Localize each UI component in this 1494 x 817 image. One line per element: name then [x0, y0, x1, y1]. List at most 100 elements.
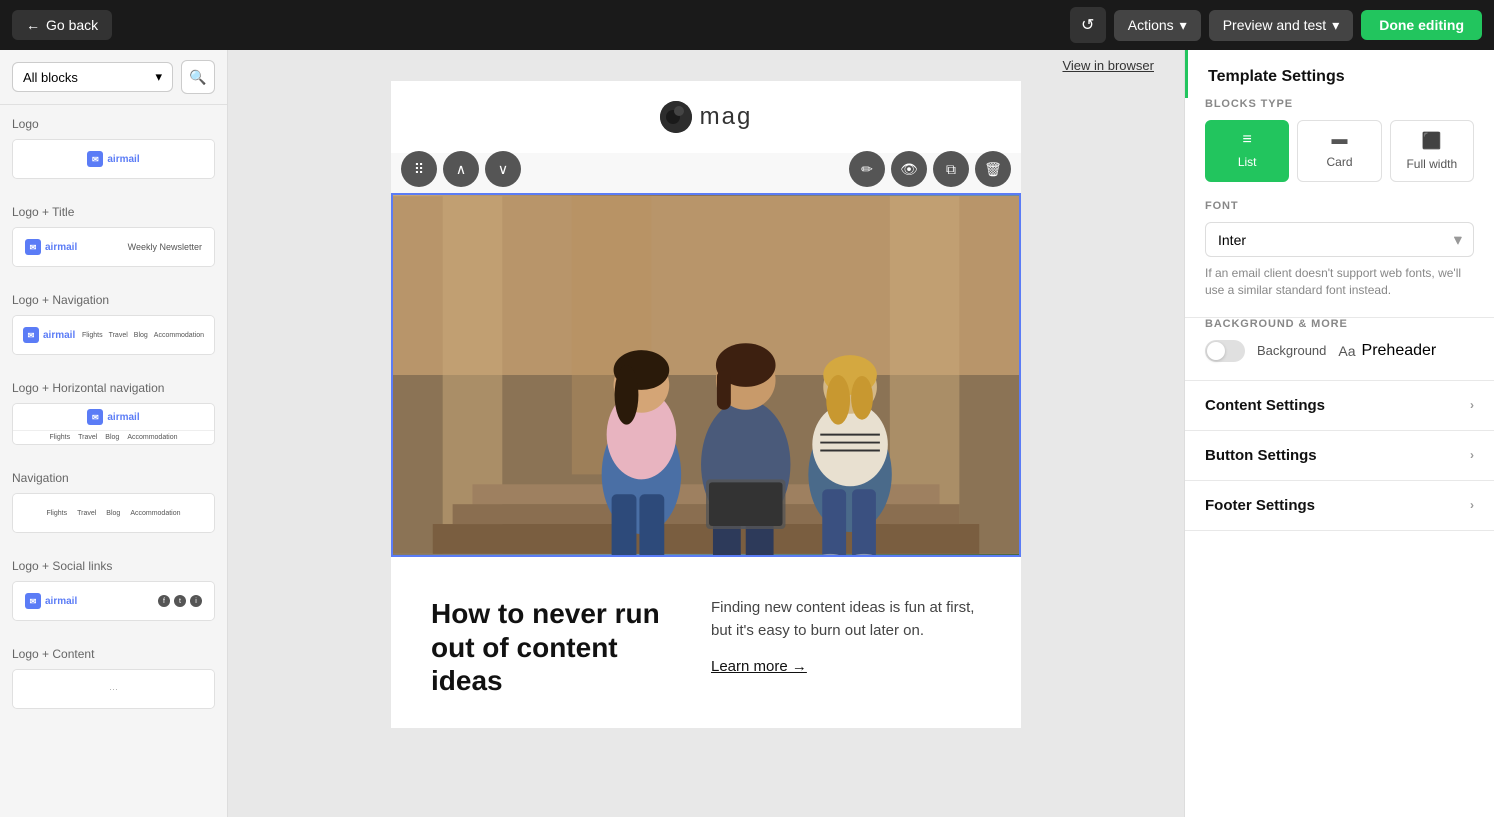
duplicate-icon: ⧉ [946, 161, 956, 178]
preview-block-button[interactable]: 👁 [891, 151, 927, 187]
button-settings-chevron-icon: › [1470, 448, 1474, 462]
content-settings-toggle[interactable]: Content Settings › [1205, 397, 1474, 414]
navbar-right: ↺ Actions ▾ Preview and test ▾ Done edit… [1070, 7, 1482, 43]
solo-nav-blog: Blog [106, 510, 120, 517]
blocks-filter-select[interactable]: All blocks ▾ [12, 62, 173, 92]
font-label: FONT [1205, 200, 1474, 212]
actions-chevron-icon: ▾ [1180, 17, 1187, 34]
search-button[interactable]: 🔍 [181, 60, 215, 94]
logo-content-block-preview[interactable]: ··· [12, 669, 215, 709]
instagram-icon: i [190, 595, 202, 607]
blocks-type-list-button[interactable]: ≡ List [1205, 120, 1289, 182]
edit-icon: ✏ [861, 161, 873, 178]
blocks-type-options: ≡ List ▬ Card ⬛ Full width [1205, 120, 1474, 182]
logo-block-preview[interactable]: ✉ airmail [12, 139, 215, 179]
email-hero-block: ⠿ ∧ ∨ ✏ 👁 [391, 193, 1021, 557]
hnav-logo: ✉ airmail [87, 409, 139, 425]
blocks-type-label: BLOCKS TYPE [1205, 98, 1474, 110]
preheader-aa-icon: Aa [1338, 343, 1355, 359]
email-logo-circle-icon [660, 101, 692, 133]
blocks-type-card-button[interactable]: ▬ Card [1297, 120, 1381, 182]
background-options: Background Aa Preheader [1205, 340, 1474, 362]
logo-nav-block-label: Logo + Navigation [12, 293, 215, 307]
hnav-link-blog: Blog [105, 434, 119, 441]
done-label: Done editing [1379, 17, 1464, 33]
logo-title-logo: ✉ airmail [25, 239, 77, 255]
logo-title-block-label: Logo + Title [12, 205, 215, 219]
sidebar-toolbar: All blocks ▾ 🔍 [0, 50, 227, 105]
preview-and-test-button[interactable]: Preview and test ▾ [1209, 10, 1354, 41]
content-headline: How to never run out of content ideas [431, 597, 681, 698]
footer-settings-label: Footer Settings [1205, 497, 1315, 514]
blocks-type-fullwidth-button[interactable]: ⬛ Full width [1390, 120, 1474, 182]
duplicate-block-button[interactable]: ⧉ [933, 151, 969, 187]
background-label: BACKGROUND & MORE [1205, 318, 1474, 330]
drag-handle-button[interactable]: ⠿ [401, 151, 437, 187]
sidebar-section-logo-hnav: Logo + Horizontal navigation ✉ airmail F… [0, 369, 227, 459]
move-down-button[interactable]: ∨ [485, 151, 521, 187]
hnav-link-flights: Flights [49, 434, 70, 441]
chevron-down-icon: ∨ [498, 161, 508, 178]
right-panel: Template Settings BLOCKS TYPE ≡ List ▬ C… [1184, 50, 1494, 817]
preheader-option[interactable]: Aa Preheader [1338, 342, 1436, 360]
sidebar-section-logo-social: Logo + Social links ✉ airmail f t i [0, 547, 227, 635]
hnav-top: ✉ airmail [13, 404, 214, 430]
font-select[interactable]: Inter ▾ [1205, 222, 1474, 257]
logo-nav-logo: ✉ airmail [23, 327, 75, 343]
logo-social-block-label: Logo + Social links [12, 559, 215, 573]
footer-settings-toggle[interactable]: Footer Settings › [1205, 497, 1474, 514]
move-up-button[interactable]: ∧ [443, 151, 479, 187]
actions-label: Actions [1128, 17, 1174, 33]
footer-settings-section: Footer Settings › [1185, 481, 1494, 531]
logo-social-block-preview[interactable]: ✉ airmail f t i [12, 581, 215, 621]
email-logo-text: mag [700, 103, 753, 131]
nav-links: Flights Travel Blog Accommodation [82, 332, 204, 339]
button-settings-label: Button Settings [1205, 447, 1317, 464]
email-canvas: mag ⠿ ∧ ∨ [391, 81, 1021, 728]
logo-hnav-preview-inner: ✉ airmail Flights Travel Blog Accommodat… [13, 404, 214, 444]
button-settings-toggle[interactable]: Button Settings › [1205, 447, 1474, 464]
font-chevron-icon: ▾ [1454, 231, 1461, 248]
logo-nav-block-preview[interactable]: ✉ airmail Flights Travel Blog Accommodat… [12, 315, 215, 355]
logo-social-preview-inner: ✉ airmail f t i [13, 582, 214, 620]
learn-more-button[interactable]: Learn more → [711, 658, 807, 675]
actions-button[interactable]: Actions ▾ [1114, 10, 1201, 41]
nav-link-flights: Flights [82, 332, 103, 339]
social-logo: ✉ airmail [25, 593, 77, 609]
delete-block-button[interactable]: 🗑 [975, 151, 1011, 187]
template-settings-title: Template Settings [1208, 68, 1474, 86]
canvas-area: View in browser mag [228, 50, 1184, 817]
twitter-icon: t [174, 595, 186, 607]
hero-svg [393, 195, 1019, 555]
edit-block-button[interactable]: ✏ [849, 151, 885, 187]
blocks-type-fullwidth-label: Full width [1406, 157, 1457, 171]
logo-nav-preview-inner: ✉ airmail Flights Travel Blog Accommodat… [13, 316, 214, 354]
history-button[interactable]: ↺ [1070, 7, 1106, 43]
nav-link-travel: Travel [109, 332, 128, 339]
logo-title-preview-inner: ✉ airmail Weekly Newsletter [13, 228, 214, 266]
content-left: How to never run out of content ideas [431, 597, 681, 698]
content-settings-section: Content Settings › [1185, 381, 1494, 431]
block-toolbar: ⠿ ∧ ∨ ✏ 👁 [393, 151, 1019, 187]
airmail-text: airmail [107, 154, 139, 165]
content-settings-label: Content Settings [1205, 397, 1325, 414]
history-icon: ↺ [1081, 15, 1094, 35]
nav-block-preview[interactable]: Flights Travel Blog Accommodation [12, 493, 215, 533]
blocks-filter-label: All blocks [23, 70, 78, 85]
left-sidebar: All blocks ▾ 🔍 Logo ✉ airmail Logo + Tit [0, 50, 228, 817]
preview-chevron-icon: ▾ [1332, 17, 1339, 34]
go-back-button[interactable]: ← Go back [12, 10, 112, 40]
airmail-logo: ✉ airmail [87, 151, 139, 167]
logo-hnav-block-preview[interactable]: ✉ airmail Flights Travel Blog Accommodat… [12, 403, 215, 445]
block-toolbar-right: ✏ 👁 ⧉ 🗑 [849, 151, 1011, 187]
view-in-browser-button[interactable]: View in browser [1062, 58, 1154, 73]
logo-title-block-preview[interactable]: ✉ airmail Weekly Newsletter [12, 227, 215, 267]
main-layout: All blocks ▾ 🔍 Logo ✉ airmail Logo + Tit [0, 50, 1494, 817]
card-icon: ▬ [1331, 131, 1347, 149]
background-toggle[interactable] [1205, 340, 1245, 362]
go-back-icon: ← [26, 17, 40, 33]
solo-nav-accommodation: Accommodation [130, 510, 180, 517]
done-editing-button[interactable]: Done editing [1361, 10, 1482, 40]
learn-more-label: Learn more → [711, 658, 807, 675]
full-width-icon: ⬛ [1422, 131, 1442, 151]
